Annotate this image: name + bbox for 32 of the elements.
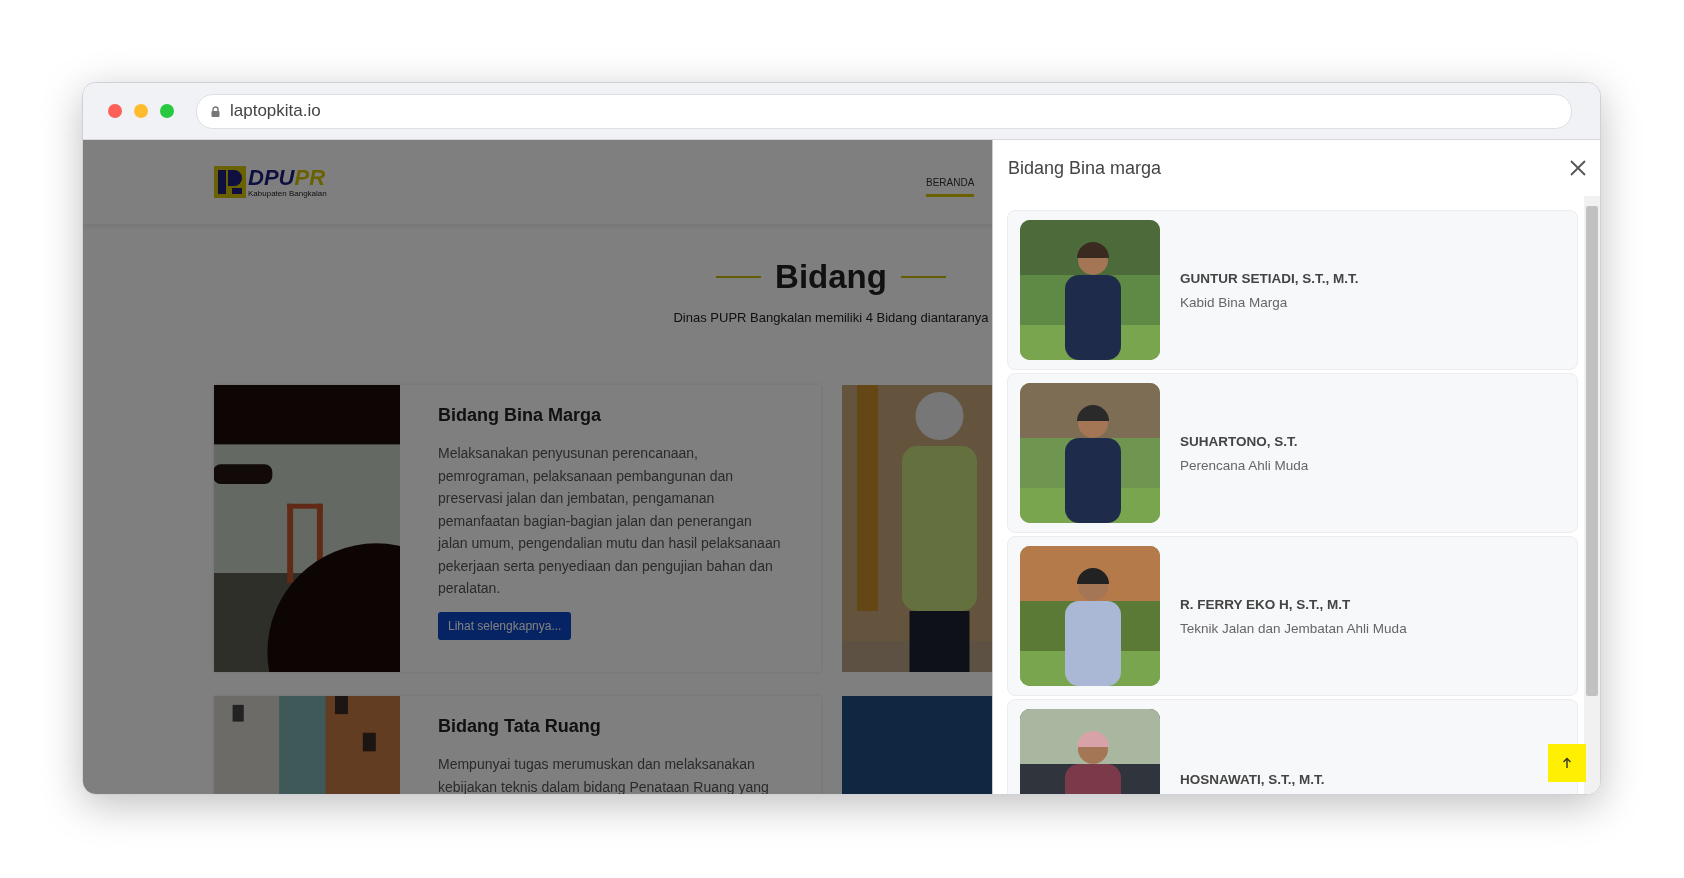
card-description: Mempunyai tugas merumuskan dan melaksanakan kebijakan teknis dalam bidang Penataan Ruang yang — [438, 755, 770, 794]
staff-name: SUHARTONO, S.T. — [1180, 433, 1299, 449]
card-description: Melaksanakan penyusunan perencanaan, pemrograman, pelaksanaan pembangunan dan preservasi jalan dan jembatan, pengamanan pemanfaatan bagian-bagian jalan dan penerangan jalan umum, pengendalian mutu dan hasil pelaksanaan pekerjaan serta penyediaan dan pengujian bahan dan peralatan. — [438, 444, 782, 598]
lock-icon — [211, 105, 220, 117]
scrollbar[interactable] — [1584, 196, 1600, 794]
staff-role: Teknik Jalan dan Jembatan Ahli Muda — [1180, 620, 1407, 636]
section-title: Bidang — [775, 258, 887, 296]
staff-name: GUNTUR SETIADI, S.T., M.T. — [1180, 270, 1359, 286]
maximize-window-button[interactable] — [160, 104, 174, 118]
back-to-top-button[interactable] — [1548, 744, 1586, 782]
close-window-button[interactable] — [108, 104, 122, 118]
drawer-title: Bidang Bina marga — [1008, 157, 1162, 179]
address-bar[interactable]: laptopkita.io — [196, 93, 1572, 129]
nav-link[interactable]: BERANDA — [926, 177, 975, 197]
card-title: Bidang Bina Marga — [438, 405, 603, 426]
logo-icon — [214, 166, 246, 198]
close-icon[interactable] — [1570, 160, 1586, 176]
staff-card[interactable]: R. FERRY EKO H, S.T., M.T Teknik Jalan dan Jembatan Ahli Muda — [1007, 536, 1578, 696]
staff-role: Kabid Bina Marga — [1180, 294, 1289, 310]
logo-caption: Kabupaten Bangkalan — [248, 189, 327, 198]
section-subtitle: Dinas PUPR Bangkalan memiliki 4 Bidang diantaranya — [673, 310, 989, 325]
arrow-up-icon — [1562, 757, 1572, 769]
staff-card[interactable]: SUHARTONO, S.T. Perencana Ahli Muda — [1007, 373, 1578, 533]
staff-role: Perencana Ahli Muda — [1180, 457, 1309, 473]
staff-name: R. FERRY EKO H, S.T., M.T — [1180, 596, 1352, 612]
staff-card[interactable]: HOSNAWATI, S.T., M.T. — [1007, 699, 1578, 794]
card-title: Bidang Tata Ruang — [438, 716, 602, 737]
staff-card[interactable]: GUNTUR SETIADI, S.T., M.T. Kabid Bina Marga — [1007, 210, 1578, 370]
staff-name: HOSNAWATI, S.T., M.T. — [1180, 771, 1325, 787]
read-more-button[interactable]: Lihat selengkapnya... — [438, 611, 572, 640]
minimize-window-button[interactable] — [134, 104, 148, 118]
logo-wordmark: DPUPR — [248, 166, 326, 189]
